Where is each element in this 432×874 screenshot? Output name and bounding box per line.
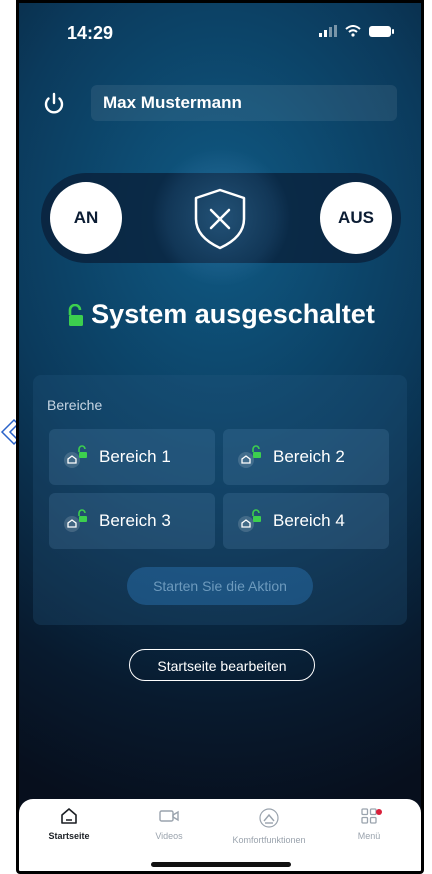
areas-panel: Bereiche Bereich 1 Bereich 2 Bereich 3 B… xyxy=(33,375,407,625)
status-time: 14:29 xyxy=(67,23,114,43)
status-icons xyxy=(319,25,394,37)
signal-icon xyxy=(319,25,337,37)
power-icon[interactable] xyxy=(41,91,67,117)
notification-dot xyxy=(376,809,382,815)
tab-label: Menü xyxy=(357,831,381,841)
area-label: Bereich 1 xyxy=(99,447,171,466)
tab-menu[interactable]: Menü xyxy=(319,807,419,841)
area-unlocked-icon xyxy=(238,509,261,532)
area-button-4[interactable]: Bereich 4 xyxy=(223,493,389,549)
system-status-text: System ausgeschaltet xyxy=(91,299,375,329)
area-unlocked-icon xyxy=(64,445,87,468)
status-bar: 14:29 xyxy=(19,3,421,63)
tab-label: Videos xyxy=(155,831,183,841)
edit-home-button[interactable]: Startseite bearbeiten xyxy=(129,649,315,681)
wifi-icon xyxy=(345,25,361,37)
tab-label: Startseite xyxy=(48,831,90,841)
tab-startseite[interactable]: Startseite xyxy=(19,807,119,841)
home-indicator xyxy=(151,862,291,867)
phone-screen: 14:29 Max Mustermann AN AUS System ausge… xyxy=(16,0,424,874)
battery-icon xyxy=(369,25,394,37)
system-status: System ausgeschaltet xyxy=(19,299,421,330)
start-action-button[interactable]: Starten Sie die Aktion xyxy=(127,567,313,605)
area-button-2[interactable]: Bereich 2 xyxy=(223,429,389,485)
tab-bar: Startseite Videos Komfortfunktionen Menü xyxy=(19,799,421,871)
tab-label: Komfortfunktionen xyxy=(232,835,306,845)
area-label: Bereich 3 xyxy=(99,511,171,530)
tab-komfortfunktionen[interactable]: Komfortfunktionen xyxy=(219,807,319,845)
home-icon xyxy=(61,808,77,824)
area-unlocked-icon xyxy=(238,445,261,468)
tab-videos[interactable]: Videos xyxy=(119,807,219,841)
grid-menu-icon xyxy=(361,808,377,824)
user-name-field[interactable]: Max Mustermann xyxy=(91,85,397,121)
area-button-1[interactable]: Bereich 1 xyxy=(49,429,215,485)
video-icon xyxy=(159,810,179,822)
area-label: Bereich 4 xyxy=(273,511,345,530)
area-unlocked-icon xyxy=(64,509,87,532)
arm-off-button[interactable]: AUS xyxy=(320,182,392,254)
shield-disarmed-icon xyxy=(194,188,246,250)
area-button-3[interactable]: Bereich 3 xyxy=(49,493,215,549)
comfort-icon xyxy=(259,808,279,828)
arm-on-button[interactable]: AN xyxy=(50,182,122,254)
areas-title: Bereiche xyxy=(47,397,103,413)
area-label: Bereich 2 xyxy=(273,447,345,466)
unlocked-icon xyxy=(68,303,84,326)
